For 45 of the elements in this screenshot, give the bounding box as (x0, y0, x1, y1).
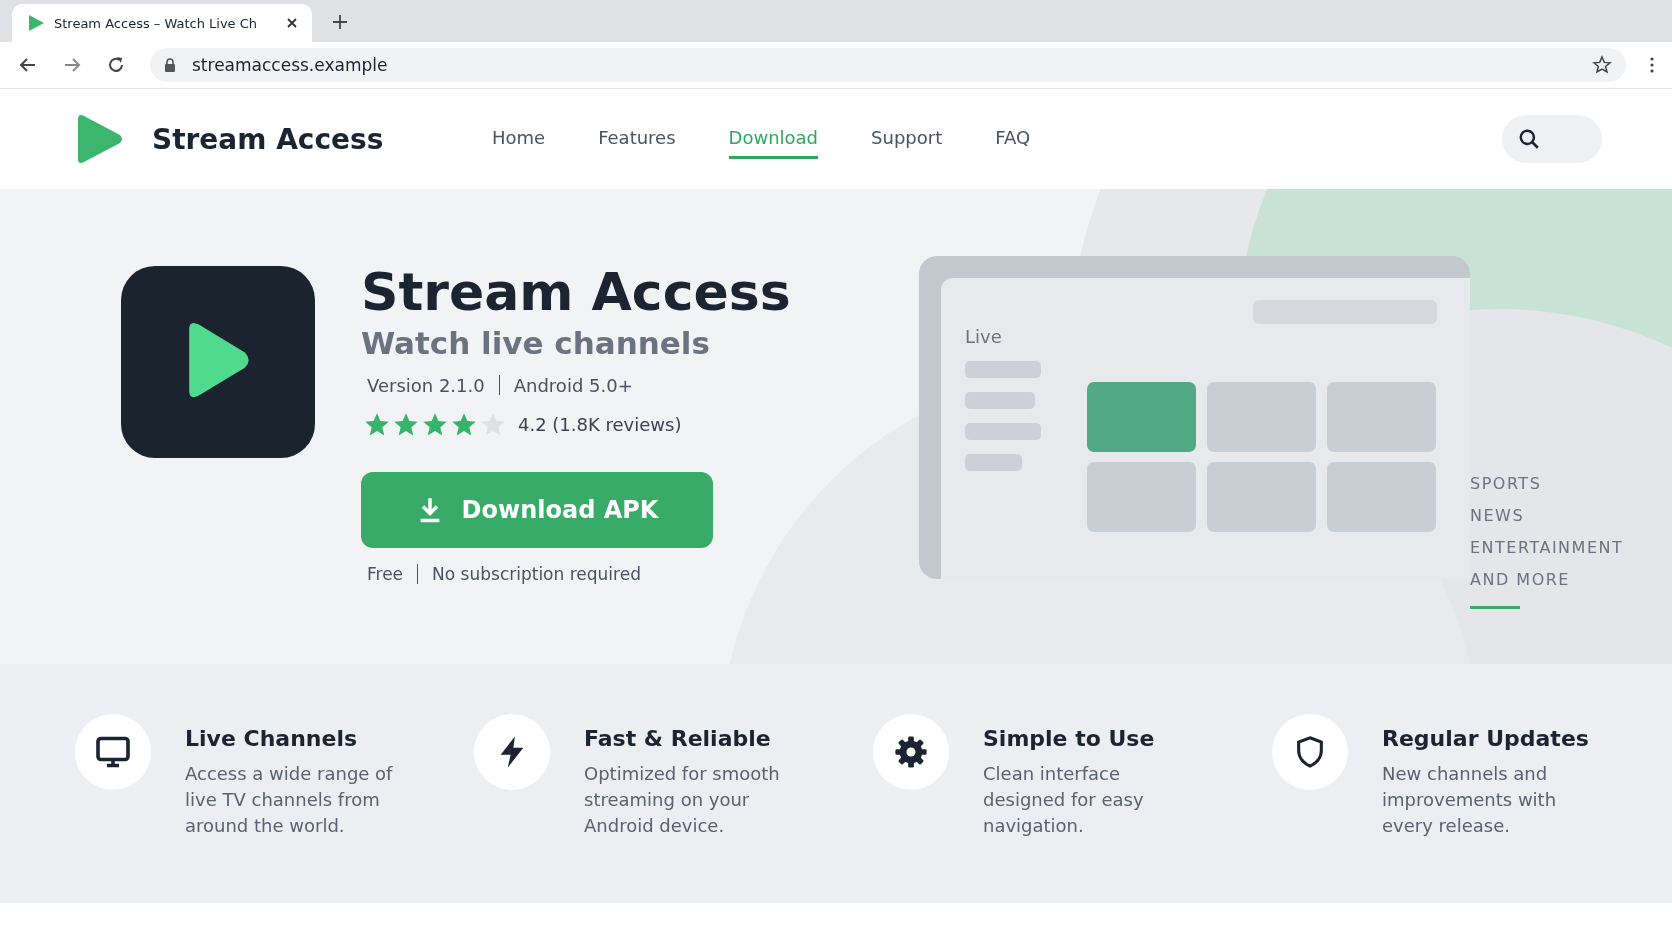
category-label: AND MORE (1470, 570, 1571, 589)
search-button[interactable] (1502, 115, 1602, 163)
version-text: Version 2.1.0 (367, 374, 485, 396)
menu-line (965, 454, 1022, 471)
reload-icon[interactable] (106, 55, 126, 75)
feature-title: Live Channels (185, 726, 358, 751)
nav-link[interactable]: Features (598, 119, 676, 159)
brand-name: Stream Access (152, 122, 385, 156)
tab-title: Stream Access – Watch Live Ch (54, 15, 259, 31)
star-icon (364, 411, 390, 438)
platform-text: Android 5.0+ (513, 374, 633, 396)
nav-link[interactable]: Home (492, 119, 546, 159)
close-icon[interactable] (286, 17, 298, 29)
star-icon (422, 411, 448, 438)
menu-icon[interactable] (1650, 57, 1654, 73)
new-tab-icon[interactable] (332, 14, 348, 30)
app-subtitle: Watch live channels (361, 324, 711, 361)
feature-description: Optimized for smooth streaming on your Android device. (584, 762, 781, 838)
address-bar[interactable]: streamaccess.example (150, 48, 1626, 82)
feature-description: New channels and improvements with every release. (1382, 762, 1558, 838)
rating-text: 4.2 (1.8K reviews) (518, 414, 682, 436)
feature-description: Access a wide range of live TV channels from around the world. (185, 762, 394, 838)
feature-title: Simple to Use (983, 726, 1156, 751)
nav-link[interactable]: Support (871, 119, 943, 159)
search-icon (1518, 128, 1540, 150)
star-icon (451, 411, 477, 438)
app-icon (121, 266, 315, 458)
feature-description: Clean interface designed for easy navigation. (983, 762, 1145, 838)
star-icon (393, 411, 419, 438)
menu-line (965, 392, 1035, 409)
subscription-note: No subscription required (432, 563, 641, 584)
bookmark-star-icon[interactable] (1592, 55, 1612, 75)
url-text: streamaccess.example (192, 55, 389, 75)
feature-title: Fast & Reliable (584, 726, 772, 751)
price-text: Free (367, 563, 404, 584)
lock-icon (164, 58, 176, 72)
play-icon (26, 13, 46, 33)
category-label: SPORTS (1470, 474, 1543, 493)
nav-link[interactable]: FAQ (995, 119, 1031, 159)
feature-title: Regular Updates (1382, 726, 1590, 751)
mockup-label: Live (965, 326, 1003, 347)
category-label: ENTERTAINMENT (1470, 538, 1624, 557)
category-label: NEWS (1470, 506, 1526, 525)
browser-tab[interactable]: Stream Access – Watch Live Ch (12, 4, 312, 42)
app-title: Stream Access (361, 263, 792, 323)
